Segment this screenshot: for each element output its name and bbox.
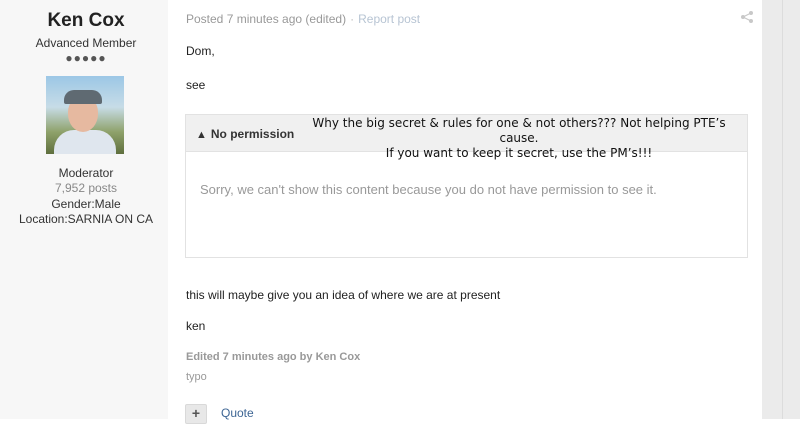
post-see: see: [186, 78, 206, 92]
avatar[interactable]: [46, 76, 124, 154]
share-icon[interactable]: [740, 10, 754, 24]
avatar-hat: [64, 90, 102, 104]
no-permission-header: ▲ No permission Why the big secret & rule…: [186, 115, 747, 160]
warning-icon: ▲: [196, 129, 207, 141]
avatar-shirt: [54, 130, 116, 154]
no-permission-message: Sorry, we can't show this content becaus…: [200, 182, 657, 197]
author-sidebar: Ken Cox Advanced Member ●●●●● Moderator …: [0, 0, 168, 419]
no-permission-label: No permission: [210, 127, 295, 141]
post-meta: Posted 7 minutes ago (edited) · Report pos…: [186, 12, 420, 26]
post-signoff: ken: [186, 319, 206, 333]
multiquote-button[interactable]: +: [185, 404, 207, 424]
report-post-link[interactable]: Report post: [358, 12, 420, 26]
overlay-line-2: If you want to keep it secret, use the P…: [385, 146, 653, 160]
author-post-count: 7,952 posts: [54, 181, 118, 195]
edited-note: Edited 7 minutes ago by Ken Cox: [186, 351, 361, 363]
post-timestamp[interactable]: Posted 7 minutes ago (edited): [186, 12, 346, 26]
post-greeting: Dom,: [186, 44, 215, 58]
meta-separator: ·: [350, 12, 355, 26]
post-body-text: this will maybe give you an idea of wher…: [186, 288, 501, 302]
no-permission-box: ▲ No permission Why the big secret & rule…: [185, 114, 748, 258]
overlay-line-1: Why the big secret & rules for one & not…: [312, 116, 726, 145]
quote-button[interactable]: Quote: [221, 406, 254, 420]
author-location: Location:SARNIA ON CA: [18, 212, 154, 226]
right-divider: [782, 0, 783, 419]
author-gender: Gender:Male: [51, 197, 121, 211]
author-title: Advanced Member: [35, 36, 137, 50]
rank-pips: ●●●●●: [65, 51, 107, 65]
right-gutter: [762, 0, 800, 419]
author-name[interactable]: Ken Cox: [0, 10, 172, 32]
overlay-annotation: Why the big secret & rules for one & not…: [304, 116, 734, 161]
author-group: Moderator: [58, 166, 114, 180]
no-permission-title: ▲ No permission: [196, 127, 294, 141]
edit-reason: typo: [186, 371, 207, 383]
